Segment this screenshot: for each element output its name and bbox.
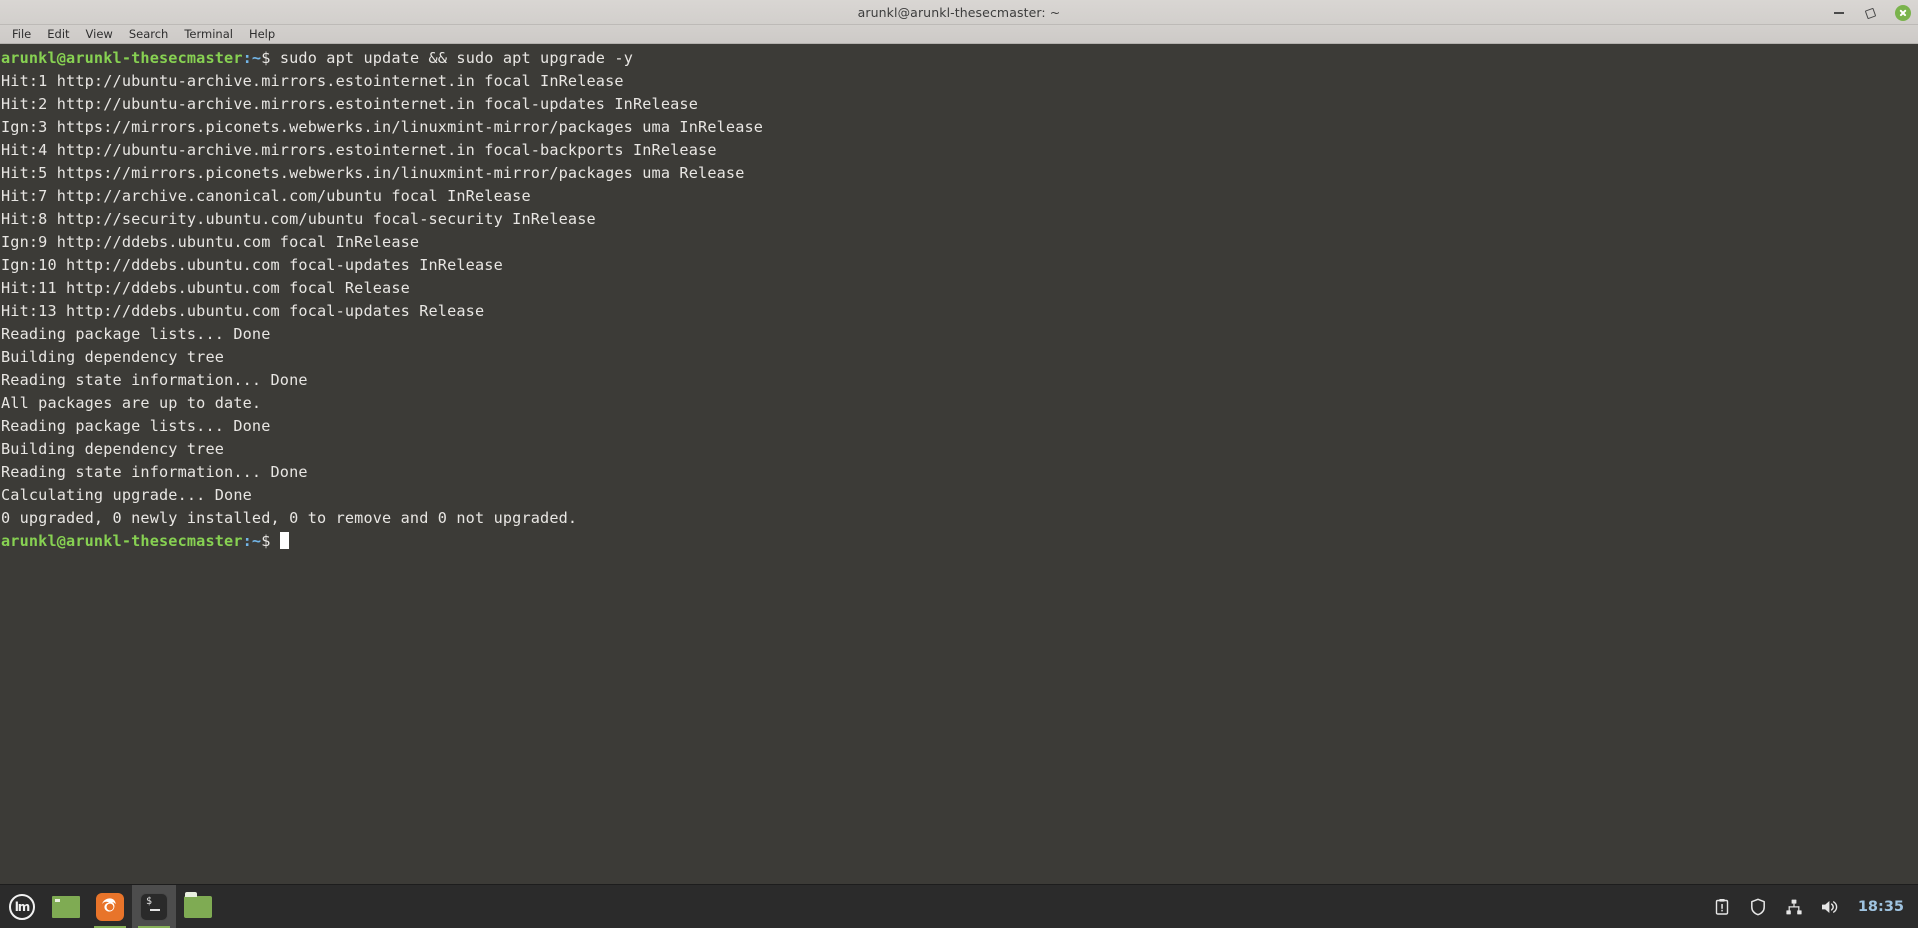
terminal-output-line: Hit:7 http://archive.canonical.com/ubunt… (1, 187, 531, 205)
terminal-active-prompt-line: arunkl@arunkl-thesecmaster:~$ (0, 530, 1918, 553)
clock[interactable]: 18:35 (1858, 899, 1904, 915)
terminal-output-line: Hit:4 http://ubuntu-archive.mirrors.esto… (1, 141, 717, 159)
terminal-output-line: Hit:11 http://ddebs.ubuntu.com focal Rel… (1, 279, 410, 297)
linux-mint-logo-text: lm (14, 899, 31, 914)
taskbar-item-window-list[interactable] (44, 885, 88, 928)
terminal-icon-cursor-glyph (150, 908, 160, 911)
terminal-output-line: Hit:2 http://ubuntu-archive.mirrors.esto… (1, 95, 699, 113)
menu-item-file[interactable]: File (4, 26, 39, 42)
menu-bar: File Edit View Search Terminal Help (0, 25, 1918, 44)
terminal-command-line: arunkl@arunkl-thesecmaster:~$ sudo apt u… (0, 47, 1918, 70)
system-tray: 18:35 (1712, 885, 1918, 928)
menu-item-edit[interactable]: Edit (39, 26, 77, 42)
window-titlebar[interactable]: arunkl@arunkl-thesecmaster: ~ (0, 0, 1918, 25)
firefox-icon (96, 892, 124, 921)
terminal-output-line: Reading state information... Done (1, 371, 308, 389)
menu-item-help[interactable]: Help (241, 26, 283, 42)
prompt-path: :~ (242, 532, 262, 550)
prompt-dollar: $ (261, 532, 280, 550)
terminal-output-line: Building dependency tree (1, 440, 225, 458)
maximize-button[interactable] (1862, 4, 1880, 22)
window-controls (1830, 0, 1912, 25)
prompt-path: :~ (242, 49, 262, 67)
close-button[interactable] (1894, 4, 1912, 22)
window-title: arunkl@arunkl-thesecmaster: ~ (857, 4, 1061, 20)
prompt-user-host: arunkl@arunkl-thesecmaster (1, 532, 243, 550)
taskbar-item-firefox[interactable] (88, 885, 132, 928)
terminal-output-line: Ign:10 http://ddebs.ubuntu.com focal-upd… (1, 256, 503, 274)
terminal-output-line: Reading state information... Done (1, 463, 308, 481)
terminal-output-line: Building dependency tree (1, 348, 225, 366)
terminal-output-line: Ign:9 http://ddebs.ubuntu.com focal InRe… (1, 233, 420, 251)
terminal-icon: $ (140, 892, 168, 921)
terminal-icon-prompt-glyph: $ (146, 895, 153, 907)
terminal-output-line: Hit:5 https://mirrors.piconets.webwerks.… (1, 164, 745, 182)
terminal-output-line: Hit:13 http://ddebs.ubuntu.com focal-upd… (1, 302, 485, 320)
update-manager-icon[interactable] (1712, 897, 1732, 917)
taskbar-panel: lm $ 18:35 (0, 884, 1918, 928)
taskbar-left-group: lm $ (0, 884, 220, 928)
minimize-button[interactable] (1830, 4, 1848, 22)
terminal-output-line: Calculating upgrade... Done (1, 486, 252, 504)
terminal-output-line: Ign:3 https://mirrors.piconets.webwerks.… (1, 118, 764, 136)
terminal-output-line: Hit:8 http://security.ubuntu.com/ubuntu … (1, 210, 596, 228)
taskbar-item-terminal[interactable]: $ (132, 884, 176, 928)
volume-icon[interactable] (1820, 897, 1840, 917)
desktop-screen: arunkl@arunkl-thesecmaster: ~ File Edit … (0, 0, 1918, 928)
prompt-user-host: arunkl@arunkl-thesecmaster (1, 49, 243, 67)
linux-mint-logo-icon: lm (9, 893, 35, 920)
terminal-output-line: Reading package lists... Done (1, 325, 271, 343)
terminal-output-line: Reading package lists... Done (1, 417, 271, 435)
linux-mint-menu-button[interactable]: lm (0, 885, 44, 928)
terminal-output-line: All packages are up to date. (1, 394, 262, 412)
terminal-output-line: 0 upgraded, 0 newly installed, 0 to remo… (1, 509, 578, 527)
network-icon[interactable] (1784, 897, 1804, 917)
window-icon (52, 895, 80, 918)
menu-item-view[interactable]: View (78, 26, 121, 42)
menu-item-search[interactable]: Search (121, 26, 177, 42)
terminal-command-text: sudo apt update && sudo apt upgrade -y (279, 49, 633, 67)
taskbar-item-files[interactable] (176, 885, 220, 928)
firewall-shield-icon[interactable] (1748, 897, 1768, 917)
terminal-cursor (279, 532, 289, 549)
terminal-output-line: Hit:1 http://ubuntu-archive.mirrors.esto… (1, 72, 624, 90)
restore-icon (1866, 8, 1876, 18)
menu-item-terminal[interactable]: Terminal (176, 26, 241, 42)
prompt-dollar: $ (261, 49, 280, 67)
close-icon (1895, 4, 1911, 21)
terminal-output-area[interactable]: arunkl@arunkl-thesecmaster:~$ sudo apt u… (0, 44, 1918, 884)
minimize-icon (1834, 11, 1844, 14)
folder-icon (184, 891, 212, 918)
